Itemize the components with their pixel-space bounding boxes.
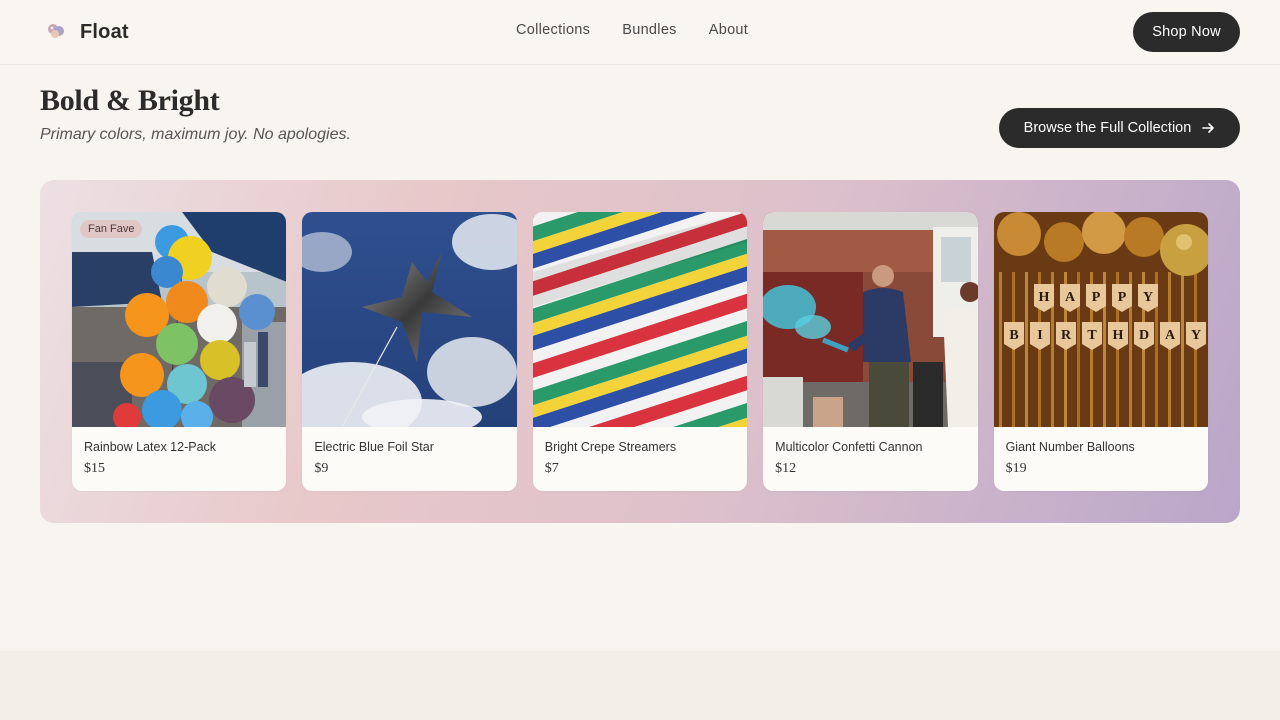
balloon-logo-icon — [44, 20, 68, 44]
nav-about[interactable]: About — [709, 22, 748, 38]
section-subtitle: Primary colors, maximum joy. No apologie… — [40, 126, 351, 143]
svg-text:P: P — [1117, 290, 1126, 305]
svg-text:R: R — [1061, 328, 1072, 343]
product-image-gold-birthday: H A P P Y B I R T H D A Y — [993, 212, 1208, 427]
svg-text:H: H — [1038, 290, 1049, 305]
product-price: $15 — [84, 461, 105, 476]
arrow-right-icon — [1201, 121, 1215, 135]
fan-fave-badge: Fan Fave — [80, 220, 143, 238]
product-name: Electric Blue Foil Star — [314, 440, 434, 454]
nav-collections[interactable]: Collections — [516, 22, 590, 38]
brand-logo[interactable]: Float — [44, 18, 129, 46]
svg-text:H: H — [1112, 328, 1123, 343]
product-name: Rainbow Latex 12-Pack — [84, 440, 217, 454]
product-name: Multicolor Confetti Cannon — [775, 440, 923, 454]
browse-button-label: Browse the Full Collection — [1023, 120, 1192, 136]
product-price: $19 — [1005, 461, 1027, 476]
shop-now-button[interactable]: Shop Now — [1133, 12, 1240, 52]
product-price: $7 — [544, 461, 559, 476]
product-name: Giant Number Balloons — [1005, 440, 1135, 454]
brand-name: Float — [80, 20, 129, 43]
product-image-streamers — [532, 212, 748, 427]
svg-text:Y: Y — [1191, 328, 1201, 343]
svg-text:A: A — [1065, 290, 1076, 305]
svg-text:B: B — [1009, 328, 1018, 343]
nav-bundles[interactable]: Bundles — [622, 22, 677, 38]
product-list: Fan Fave Rainbow Latex 12-Pack $15 Elect… — [72, 212, 1208, 491]
product-card[interactable]: Bright Crepe Streamers $7 — [532, 212, 748, 491]
product-price: $9 — [314, 461, 329, 476]
product-card[interactable]: Fan Fave Rainbow Latex 12-Pack $15 — [72, 212, 287, 491]
site-header: Float Collections Bundles About Shop Now — [0, 0, 1280, 65]
svg-text:I: I — [1037, 328, 1042, 343]
product-card[interactable]: Multicolor Confetti Cannon $12 — [763, 212, 978, 491]
product-price: $12 — [775, 461, 797, 476]
browse-collection-button[interactable]: Browse the Full Collection — [999, 108, 1240, 148]
svg-text:P: P — [1091, 290, 1100, 305]
product-image-confetti-cannon — [763, 212, 978, 427]
svg-text:Y: Y — [1143, 290, 1153, 305]
product-card[interactable]: Electric Blue Foil Star $9 — [302, 212, 517, 491]
product-panel: Fan Fave Rainbow Latex 12-Pack $15 Elect… — [40, 180, 1240, 523]
product-image-foil-star — [302, 212, 517, 427]
product-name: Bright Crepe Streamers — [544, 440, 677, 454]
main-nav: Collections Bundles About — [516, 22, 748, 38]
svg-text:T: T — [1087, 328, 1097, 343]
product-image-balloons: Fan Fave — [72, 212, 287, 427]
section-title: Bold & Bright — [40, 84, 220, 117]
svg-text:A: A — [1165, 328, 1176, 343]
footer-band — [0, 651, 1280, 720]
svg-text:D: D — [1139, 328, 1149, 343]
product-card[interactable]: H A P P Y B I R T H D A Y Giant Number B… — [993, 212, 1208, 491]
